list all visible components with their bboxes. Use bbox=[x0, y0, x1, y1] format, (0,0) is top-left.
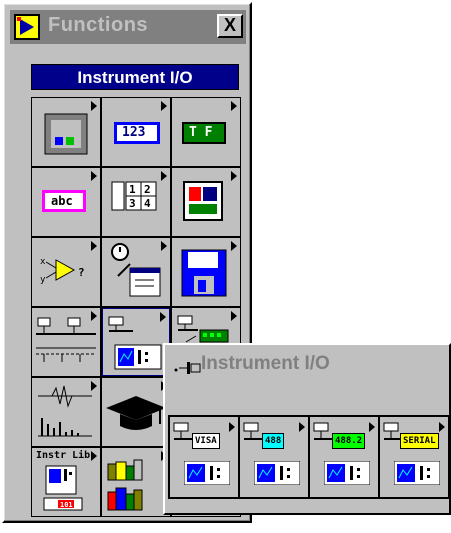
submenu-arrow-icon bbox=[231, 311, 237, 321]
array-digit: 2 bbox=[144, 183, 151, 196]
palette-category-title: Instrument I/O bbox=[31, 64, 239, 90]
tutorial-subpalette[interactable] bbox=[102, 378, 170, 446]
vi-library-subpalette[interactable] bbox=[102, 448, 170, 516]
analysis-icon bbox=[38, 385, 92, 437]
gpib-plug-icon bbox=[383, 422, 402, 440]
gpib-plug-icon bbox=[243, 422, 262, 440]
numeric-icon: 123 bbox=[114, 122, 160, 144]
numeric-icon-text: 123 bbox=[122, 125, 146, 140]
boolean-icon-text: T F bbox=[189, 125, 213, 140]
structures-icon bbox=[44, 113, 88, 155]
submenu-arrow-icon bbox=[91, 171, 97, 181]
array-digit: 3 bbox=[129, 197, 136, 210]
vi-icon bbox=[254, 461, 300, 485]
close-button[interactable]: X bbox=[217, 14, 243, 38]
gpib-488-2-label: 488.2 bbox=[332, 433, 366, 449]
tutorial-icon bbox=[106, 396, 166, 430]
pushpin-icon[interactable] bbox=[173, 361, 201, 375]
visa-label: VISA bbox=[192, 433, 220, 449]
advanced-subpalette[interactable]: x y ? bbox=[32, 238, 100, 306]
instrument-library-subpalette[interactable]: Instr Lib 101 bbox=[32, 448, 100, 516]
array-digit: 1 bbox=[129, 183, 136, 196]
subpalette-grid: VISA 488 488.2 SERIAL bbox=[168, 415, 450, 499]
time-dialog-icon bbox=[111, 243, 161, 297]
labview-app-icon bbox=[14, 14, 40, 40]
string-subpalette[interactable]: abc bbox=[32, 168, 100, 236]
file-io-subpalette[interactable] bbox=[172, 238, 240, 306]
submenu-arrow-icon bbox=[91, 311, 97, 321]
serial-label: SERIAL bbox=[400, 433, 439, 449]
instrument-io-subpalette[interactable] bbox=[102, 308, 170, 376]
file-io-icon bbox=[181, 249, 227, 297]
comparison-icon bbox=[183, 181, 223, 221]
boolean-subpalette[interactable]: T F bbox=[172, 98, 240, 166]
gpib-plug-icon bbox=[173, 422, 192, 440]
gpib-subpalette[interactable] bbox=[32, 308, 100, 376]
instrument-io-subpalette-window: Instrument I/O VISA 488 488.2 SERIAL bbox=[163, 343, 451, 515]
analysis-subpalette[interactable] bbox=[32, 378, 100, 446]
svg-text:?: ? bbox=[78, 266, 85, 279]
string-icon-text: abc bbox=[51, 194, 73, 208]
submenu-arrow-icon bbox=[231, 241, 237, 251]
subpalette-title: Instrument I/O bbox=[201, 353, 330, 374]
submenu-arrow-icon bbox=[161, 171, 167, 181]
submenu-arrow-icon bbox=[91, 451, 97, 461]
array-digit: 4 bbox=[144, 197, 151, 210]
instr-lib-badge: 101 bbox=[60, 501, 73, 509]
serial-subpalette[interactable]: SERIAL bbox=[380, 417, 448, 497]
boolean-icon: T F bbox=[182, 122, 226, 144]
array-cluster-subpalette[interactable]: 1 2 3 4 bbox=[102, 168, 170, 236]
vi-icon bbox=[184, 461, 230, 485]
submenu-arrow-icon bbox=[161, 101, 167, 111]
submenu-arrow-icon bbox=[160, 312, 166, 322]
gpib-label: 488 bbox=[262, 433, 285, 449]
window-title: Functions bbox=[48, 14, 149, 36]
submenu-arrow-icon bbox=[161, 241, 167, 251]
submenu-arrow-icon bbox=[91, 241, 97, 251]
title-bar[interactable]: Functions X bbox=[10, 10, 246, 44]
vi-library-icon bbox=[107, 459, 143, 511]
array-cluster-icon bbox=[111, 181, 157, 211]
instr-lib-label: Instr Lib bbox=[36, 450, 91, 461]
submenu-arrow-icon bbox=[231, 101, 237, 111]
numeric-subpalette[interactable]: 123 bbox=[102, 98, 170, 166]
structures-subpalette[interactable] bbox=[32, 98, 100, 166]
advanced-icon: x y ? bbox=[40, 257, 85, 285]
gpib-488-2-subpalette[interactable]: 488.2 bbox=[310, 417, 378, 497]
instrument-io-icon bbox=[36, 317, 96, 362]
submenu-arrow-icon bbox=[91, 101, 97, 111]
comparison-subpalette[interactable] bbox=[172, 168, 240, 236]
time-dialog-subpalette[interactable] bbox=[102, 238, 170, 306]
gpib-plug-icon bbox=[313, 422, 332, 440]
visa-subpalette[interactable]: VISA bbox=[170, 417, 238, 497]
svg-text:y: y bbox=[40, 275, 46, 285]
gpib-subpalette[interactable]: 488 bbox=[240, 417, 308, 497]
svg-text:x: x bbox=[40, 257, 46, 267]
submenu-arrow-icon bbox=[231, 171, 237, 181]
submenu-arrow-icon bbox=[91, 381, 97, 391]
vi-icon bbox=[394, 461, 440, 485]
string-icon: abc bbox=[42, 190, 86, 212]
vi-icon bbox=[324, 461, 370, 485]
